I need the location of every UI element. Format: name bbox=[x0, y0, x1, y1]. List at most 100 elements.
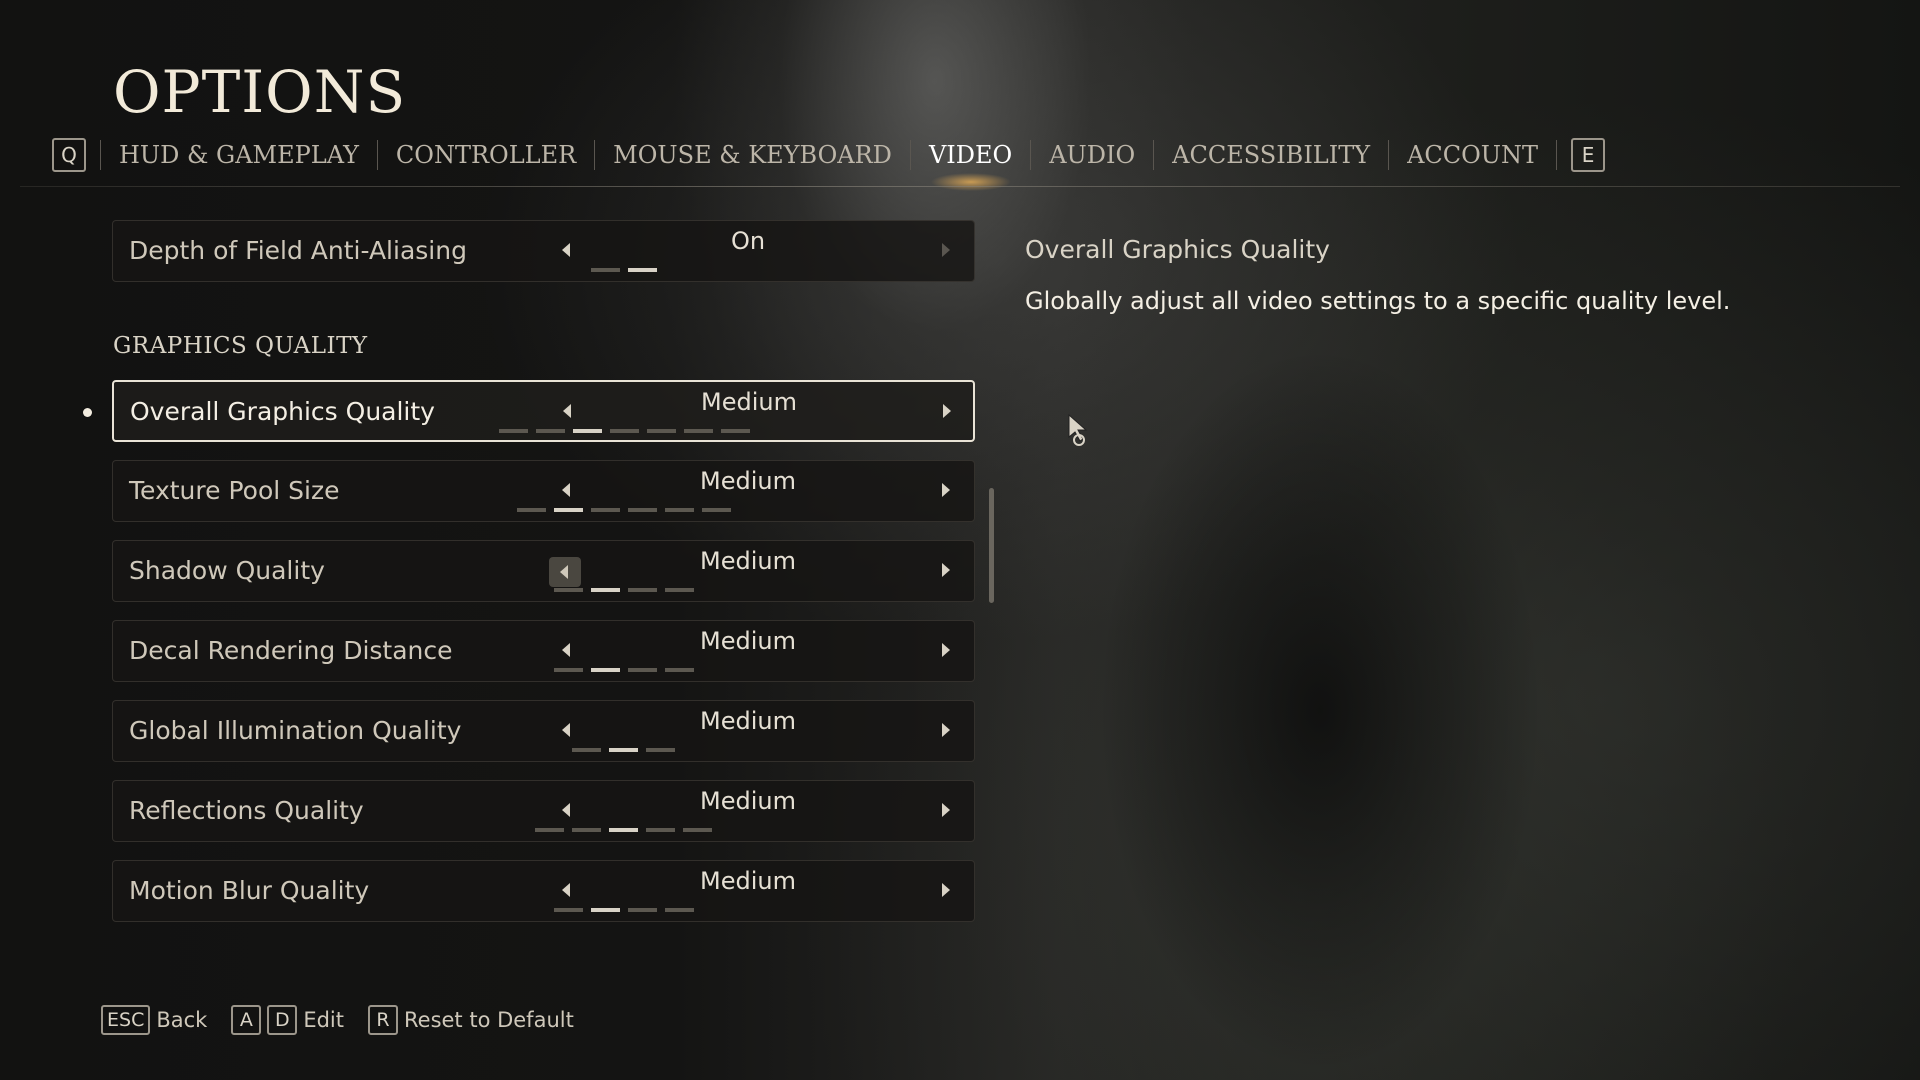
value-tick bbox=[516, 508, 546, 512]
setting-label: Global Illumination Quality bbox=[129, 716, 462, 745]
value-tick bbox=[553, 588, 583, 592]
mouse-cursor-icon bbox=[1068, 413, 1088, 446]
setting-label: Reflections Quality bbox=[129, 796, 364, 825]
back-hint-label: Back bbox=[156, 1008, 208, 1032]
tab-video-label: VIDEO bbox=[928, 141, 1013, 169]
value-tick bbox=[664, 588, 694, 592]
setting-label: Decal Rendering Distance bbox=[129, 636, 453, 665]
setting-value: Medium bbox=[700, 867, 796, 895]
arrow-right-icon[interactable] bbox=[942, 643, 950, 657]
description-body: Globally adjust all video settings to a … bbox=[1025, 287, 1731, 315]
setting-row-reflections-quality[interactable]: Reflections Quality Medium bbox=[112, 780, 975, 842]
value-tick bbox=[553, 668, 583, 672]
value-ticks bbox=[113, 908, 976, 912]
arrow-right-icon[interactable] bbox=[942, 563, 950, 577]
value-ticks bbox=[113, 748, 976, 752]
value-tick bbox=[610, 429, 639, 433]
setting-row-texture-pool-size[interactable]: Texture Pool Size Medium bbox=[112, 460, 975, 522]
value-tick bbox=[572, 748, 601, 752]
value-tick bbox=[627, 588, 657, 592]
arrow-left-icon[interactable] bbox=[562, 723, 570, 737]
arrow-right-icon[interactable] bbox=[942, 483, 950, 497]
tab-video[interactable]: VIDEO bbox=[911, 141, 1030, 191]
tab-accessibility[interactable]: ACCESSIBILITY bbox=[1154, 141, 1388, 169]
settings-scrollbar[interactable] bbox=[989, 488, 994, 603]
description-title: Overall Graphics Quality bbox=[1025, 235, 1330, 264]
setting-label: Texture Pool Size bbox=[129, 476, 340, 505]
esc-key[interactable]: ESC bbox=[101, 1005, 151, 1035]
value-tick bbox=[721, 429, 750, 433]
r-key[interactable]: R bbox=[368, 1005, 398, 1035]
value-tick bbox=[590, 508, 620, 512]
value-tick bbox=[646, 828, 675, 832]
value-tick-active bbox=[590, 908, 620, 912]
d-key[interactable]: D bbox=[267, 1005, 298, 1035]
reset-hint-label: Reset to Default bbox=[404, 1008, 574, 1032]
setting-value: Medium bbox=[700, 467, 796, 495]
arrow-left-button[interactable] bbox=[549, 557, 581, 587]
value-tick bbox=[627, 508, 657, 512]
value-tick-active bbox=[590, 668, 620, 672]
value-ticks bbox=[113, 588, 976, 592]
a-key[interactable]: A bbox=[231, 1005, 262, 1035]
arrow-left-icon[interactable] bbox=[562, 483, 570, 497]
tab-hud-gameplay[interactable]: HUD & GAMEPLAY bbox=[101, 141, 377, 169]
tab-account[interactable]: ACCOUNT bbox=[1389, 141, 1556, 169]
value-tick bbox=[647, 429, 676, 433]
value-tick-active bbox=[609, 828, 638, 832]
selection-bullet-icon bbox=[83, 408, 92, 417]
setting-value: Medium bbox=[700, 627, 796, 655]
value-tick bbox=[684, 429, 713, 433]
footer-hints: ESC Back A D Edit R Reset to Default bbox=[101, 1005, 574, 1035]
next-tab-key[interactable]: E bbox=[1571, 138, 1606, 172]
value-tick bbox=[536, 429, 565, 433]
arrow-left-icon[interactable] bbox=[562, 803, 570, 817]
value-tick bbox=[627, 908, 657, 912]
setting-row-decal-rendering-distance[interactable]: Decal Rendering Distance Medium bbox=[112, 620, 975, 682]
setting-row-overall-graphics-quality[interactable]: Overall Graphics Quality Medium bbox=[112, 380, 975, 442]
setting-row-motion-blur-quality[interactable]: Motion Blur Quality Medium bbox=[112, 860, 975, 922]
setting-label: Depth of Field Anti-Aliasing bbox=[129, 236, 467, 265]
arrow-right-icon[interactable] bbox=[942, 243, 950, 257]
value-tick bbox=[664, 908, 694, 912]
setting-row-depth-of-field-anti-aliasing[interactable]: Depth of Field Anti-Aliasing On bbox=[112, 220, 975, 282]
arrow-right-icon[interactable] bbox=[942, 883, 950, 897]
value-tick bbox=[627, 668, 657, 672]
value-tick bbox=[553, 908, 583, 912]
arrow-right-icon[interactable] bbox=[942, 723, 950, 737]
arrow-left-icon[interactable] bbox=[562, 883, 570, 897]
value-tick bbox=[646, 748, 675, 752]
tab-mouse-keyboard[interactable]: MOUSE & KEYBOARD bbox=[595, 141, 910, 169]
value-tick-active bbox=[573, 429, 602, 433]
arrow-left-icon[interactable] bbox=[563, 404, 571, 418]
tab-audio[interactable]: AUDIO bbox=[1031, 141, 1153, 169]
value-tick bbox=[590, 268, 620, 272]
tab-bar: Q HUD & GAMEPLAY CONTROLLER MOUSE & KEYB… bbox=[52, 135, 1606, 191]
arrow-left-icon bbox=[560, 565, 568, 579]
arrow-left-icon[interactable] bbox=[562, 643, 570, 657]
page-title: OPTIONS bbox=[113, 58, 407, 126]
value-ticks bbox=[113, 268, 976, 272]
section-title-graphics-quality: GRAPHICS QUALITY bbox=[113, 333, 368, 359]
setting-value: Medium bbox=[701, 388, 797, 416]
setting-value: Medium bbox=[700, 707, 796, 735]
value-ticks bbox=[113, 668, 976, 672]
arrow-right-icon[interactable] bbox=[942, 803, 950, 817]
value-ticks bbox=[113, 508, 976, 512]
setting-value: Medium bbox=[700, 787, 796, 815]
setting-row-shadow-quality[interactable]: Shadow Quality Medium bbox=[112, 540, 975, 602]
arrow-left-icon[interactable] bbox=[562, 243, 570, 257]
arrow-right-icon[interactable] bbox=[943, 404, 951, 418]
setting-row-global-illumination-quality[interactable]: Global Illumination Quality Medium bbox=[112, 700, 975, 762]
value-tick-active bbox=[553, 508, 583, 512]
value-tick-active bbox=[627, 268, 657, 272]
setting-label: Shadow Quality bbox=[129, 556, 325, 585]
value-tick bbox=[701, 508, 731, 512]
value-tick bbox=[535, 828, 564, 832]
value-tick bbox=[664, 668, 694, 672]
value-ticks bbox=[114, 429, 977, 433]
setting-value: On bbox=[730, 227, 766, 255]
active-tab-glow bbox=[930, 173, 1011, 191]
tab-controller[interactable]: CONTROLLER bbox=[378, 141, 594, 169]
prev-tab-key[interactable]: Q bbox=[52, 138, 86, 172]
